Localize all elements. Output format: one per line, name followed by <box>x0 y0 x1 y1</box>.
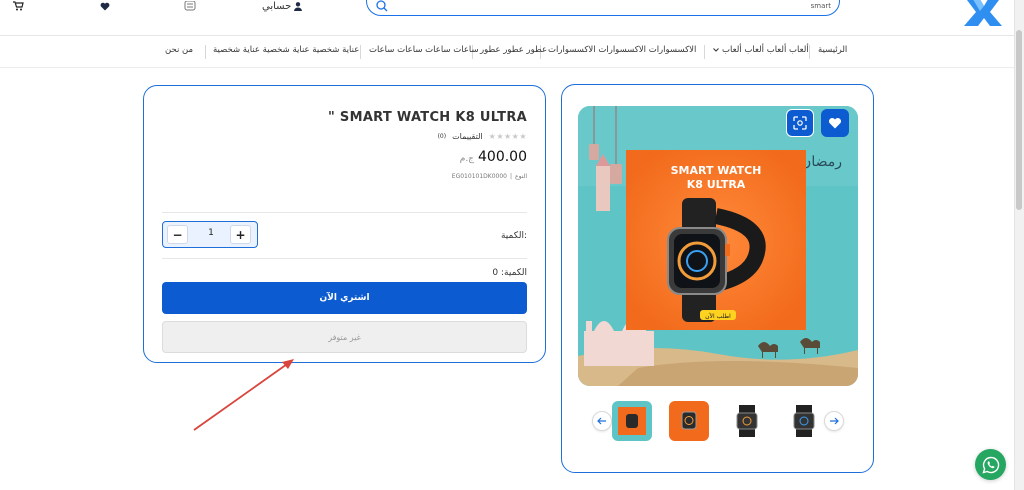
nav-separator <box>360 45 361 59</box>
banner-line1: SMART WATCH <box>671 164 762 177</box>
product-rating[interactable]: ★★★★★ التقييمات (0) <box>438 132 527 141</box>
compare-icon[interactable] <box>182 0 198 12</box>
site-logo[interactable] <box>958 0 1006 26</box>
nav-item-home[interactable]: الرئيسية <box>818 45 847 55</box>
product-sku: النوع | EG010101DK0000 <box>451 173 527 180</box>
thumbnail[interactable] <box>612 401 652 441</box>
whatsapp-icon <box>981 456 999 473</box>
heart-icon[interactable] <box>97 0 113 12</box>
cart-icon[interactable] <box>10 0 26 12</box>
nav-separator <box>205 45 206 59</box>
rating-count: (0) <box>437 133 447 140</box>
zoom-button[interactable] <box>786 109 814 137</box>
sku-value: EG010101DK0000 <box>451 173 507 180</box>
whatsapp-button[interactable] <box>975 449 1006 480</box>
quantity-stepper: − 1 + <box>162 221 258 248</box>
nav-item-accessories[interactable]: الاكسسوارات الاكسسوارات الاكسسوارات <box>548 45 696 55</box>
rating-stars-icon: ★★★★★ <box>488 132 527 141</box>
quantity-value[interactable]: 1 <box>196 228 226 238</box>
account-label: حسابي <box>262 0 292 12</box>
main-product-image[interactable]: رمضان مبارك SMART WATCH K8 ULTRA اطلب ال… <box>578 106 858 386</box>
rating-label: التقييمات <box>452 132 483 141</box>
page: حسابي الرئيسية ألعاب ألعاب ألعاب ألعاب ا… <box>0 0 1024 490</box>
sku-label: النوع <box>515 173 527 180</box>
product-title: " SMART WATCH K8 ULTRA <box>328 110 527 125</box>
site-header: حسابي <box>0 0 1024 36</box>
thumbnail[interactable] <box>669 401 709 441</box>
product-banner: رمضان مبارك SMART WATCH K8 ULTRA اطلب ال… <box>578 106 858 386</box>
decrease-button[interactable]: − <box>167 225 188 244</box>
annotation-arrow-icon <box>193 359 294 431</box>
scrollbar-thumb[interactable] <box>1016 30 1022 210</box>
nav-item-about[interactable]: من نحن <box>165 45 193 55</box>
price-amount: 400.00 <box>478 149 527 165</box>
nav-item-watches[interactable]: ساعات ساعات ساعات ساعات <box>369 45 479 55</box>
product-gallery: رمضان مبارك SMART WATCH K8 ULTRA اطلب ال… <box>561 84 874 473</box>
search-icon[interactable] <box>375 0 389 13</box>
account-link[interactable]: حسابي <box>262 0 303 12</box>
nav-item-perfumes[interactable]: عطور عطور عطور <box>480 45 547 55</box>
product-price: ج.م 400.00 <box>460 149 527 165</box>
arrow-right-icon <box>830 417 839 425</box>
nav-separator <box>704 45 705 59</box>
search-input[interactable] <box>391 0 831 13</box>
thumbnail[interactable] <box>784 401 824 441</box>
thumbnail[interactable] <box>727 401 767 441</box>
chevron-down-icon <box>713 48 719 52</box>
search-bar <box>366 0 840 16</box>
prev-arrow-button[interactable] <box>592 411 612 431</box>
divider <box>162 258 527 259</box>
nav-item-personal-care[interactable]: عناية شخصية عناية شخصية عناية شخصية <box>213 45 359 55</box>
available-quantity: الكمية: 0 <box>492 268 527 278</box>
quantity-label: الكمية: <box>500 231 527 241</box>
main-nav: الرئيسية ألعاب ألعاب ألعاب ألعاب الاكسسو… <box>0 36 1014 68</box>
nav-item-toys[interactable]: ألعاب ألعاب ألعاب ألعاب <box>713 45 809 55</box>
thumbnail-strip <box>592 401 844 441</box>
arrow-left-icon <box>597 417 606 425</box>
nav-item-toys-label: ألعاب ألعاب ألعاب ألعاب <box>722 45 809 55</box>
banner-cta: اطلب الآن <box>705 312 731 320</box>
price-currency: ج.م <box>459 154 474 164</box>
unavailable-button[interactable]: غير متوفر <box>162 321 527 353</box>
user-icon <box>294 1 303 11</box>
scan-icon <box>793 116 807 130</box>
page-scrollbar[interactable] <box>1014 0 1024 490</box>
nav-separator <box>809 45 810 59</box>
wishlist-button[interactable] <box>821 109 849 137</box>
product-info-card: " SMART WATCH K8 ULTRA ★★★★★ التقييمات (… <box>143 85 546 363</box>
divider <box>162 212 527 213</box>
heart-icon <box>828 117 842 129</box>
next-arrow-button[interactable] <box>824 411 844 431</box>
banner-line2: K8 ULTRA <box>687 178 746 191</box>
increase-button[interactable]: + <box>230 225 251 244</box>
buy-now-button[interactable]: اشتري الآن <box>162 282 527 314</box>
